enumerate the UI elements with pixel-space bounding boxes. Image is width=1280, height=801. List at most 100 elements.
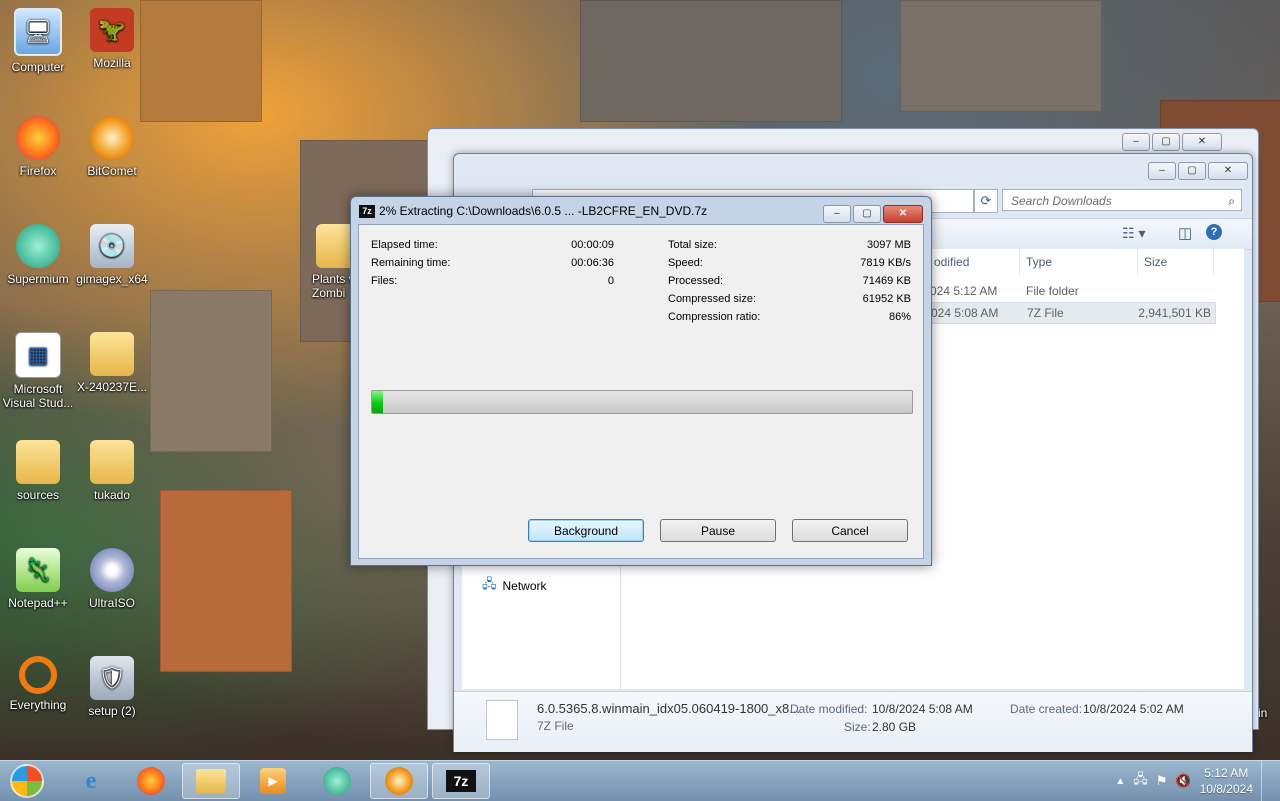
details-size-value: 2.80 GB bbox=[872, 720, 917, 734]
extraction-progress-bar bbox=[371, 390, 913, 414]
maximize-button[interactable]: ▢ bbox=[1178, 162, 1206, 180]
details-created-label: Date created: bbox=[1010, 702, 1083, 716]
bitcomet-icon bbox=[385, 767, 413, 795]
taskbar-ie[interactable]: e bbox=[62, 763, 120, 799]
total-size-value: 3097 MB bbox=[866, 239, 911, 251]
extraction-progress-dialog[interactable]: 7z 2% Extracting C:\Downloads\6.0.5 ... … bbox=[350, 196, 932, 566]
clock-date: 10/8/2024 bbox=[1199, 782, 1253, 796]
supermium-icon bbox=[16, 224, 60, 268]
visual-studio-icon: ▦ bbox=[15, 332, 61, 378]
gimagex-icon: 💿 bbox=[90, 224, 134, 268]
file-row-folder[interactable]: 024 5:12 AM File folder bbox=[928, 281, 1218, 301]
notepadpp-icon: 🦎 bbox=[16, 548, 60, 592]
disc-icon bbox=[90, 548, 134, 592]
bitcomet-icon bbox=[90, 116, 134, 160]
supermium-icon bbox=[323, 767, 351, 795]
system-clock[interactable]: 5:12 AM 10/8/2024 bbox=[1200, 765, 1253, 797]
taskbar-supermium[interactable] bbox=[308, 763, 366, 799]
taskbar-bitcomet[interactable] bbox=[370, 763, 428, 799]
speed-value: 7819 KB/s bbox=[860, 257, 911, 269]
nav-item-network[interactable]: 🖧 Network bbox=[482, 575, 547, 597]
taskbar-explorer[interactable] bbox=[182, 763, 240, 799]
files-label: Files: bbox=[371, 275, 398, 287]
total-size-label: Total size: bbox=[668, 239, 717, 251]
taskbar-firefox[interactable] bbox=[122, 763, 180, 799]
desktop-icon-setup[interactable]: 🛡 setup (2) bbox=[74, 656, 150, 718]
show-hidden-icons-icon[interactable]: ▲ bbox=[1115, 776, 1125, 787]
minimize-button[interactable]: – bbox=[1148, 162, 1176, 180]
elapsed-time-value: 00:00:09 bbox=[571, 239, 614, 251]
details-file-type: 7Z File bbox=[537, 719, 574, 733]
remaining-time-value: 00:06:36 bbox=[571, 257, 614, 269]
details-pane: 6.0.5365.8.winmain_idx05.060419-1800_x8.… bbox=[454, 691, 1252, 752]
start-button[interactable] bbox=[2, 763, 52, 799]
help-icon[interactable]: ? bbox=[1206, 224, 1222, 240]
desktop-icon-supermium[interactable]: Supermium bbox=[0, 224, 76, 286]
desktop-icon-ultraiso[interactable]: UltraISO bbox=[74, 548, 150, 610]
view-options-icon[interactable]: ☷ ▾ bbox=[1122, 225, 1145, 242]
search-input[interactable]: Search Downloads ⌕ bbox=[1002, 189, 1242, 211]
progress-fill bbox=[372, 391, 383, 413]
details-modified-value: 10/8/2024 5:08 AM bbox=[872, 702, 973, 716]
media-player-icon: ▶ bbox=[260, 768, 286, 794]
dialog-body: Elapsed time: 00:00:09 Remaining time: 0… bbox=[358, 224, 924, 559]
window-controls: – ▢ ✕ bbox=[823, 205, 923, 223]
files-value: 0 bbox=[607, 275, 614, 287]
column-header-modified[interactable]: odified bbox=[928, 249, 1020, 275]
close-button[interactable]: ✕ bbox=[883, 205, 923, 223]
minimize-button[interactable]: – bbox=[1122, 133, 1150, 151]
background-button[interactable]: Background bbox=[528, 519, 644, 542]
details-size-label: Size: bbox=[844, 720, 871, 734]
7zip-icon: 7z bbox=[446, 770, 476, 792]
desktop-icon-tukado[interactable]: tukado bbox=[74, 440, 150, 502]
processed-label: Processed: bbox=[668, 275, 724, 287]
internet-explorer-icon: e bbox=[85, 767, 97, 794]
taskbar-media-player[interactable]: ▶ bbox=[244, 763, 302, 799]
close-button[interactable]: ✕ bbox=[1208, 162, 1248, 180]
everything-icon bbox=[19, 656, 57, 694]
setup-icon: 🛡 bbox=[90, 656, 134, 700]
compression-ratio-value: 86% bbox=[888, 311, 911, 323]
desktop-icon-gimagex[interactable]: 💿 gimagex_x64 bbox=[74, 224, 150, 286]
column-header-type[interactable]: Type bbox=[1020, 249, 1138, 275]
folder-icon bbox=[196, 769, 226, 793]
dialog-title: 2% Extracting C:\Downloads\6.0.5 ... -LB… bbox=[379, 204, 708, 218]
window-controls: – ▢ ✕ bbox=[1122, 133, 1222, 151]
volume-muted-icon[interactable]: 🔇 bbox=[1175, 773, 1191, 789]
pause-button[interactable]: Pause bbox=[660, 519, 776, 542]
refresh-icon[interactable]: ⟳ bbox=[974, 189, 998, 213]
desktop-icon-sources[interactable]: sources bbox=[0, 440, 76, 502]
speed-label: Speed: bbox=[668, 257, 703, 269]
maximize-button[interactable]: ▢ bbox=[1152, 133, 1180, 151]
folder-icon bbox=[90, 440, 134, 484]
file-icon bbox=[486, 700, 518, 740]
close-button[interactable]: ✕ bbox=[1182, 133, 1222, 151]
desktop-icon-firefox[interactable]: Firefox bbox=[0, 116, 76, 178]
firefox-icon bbox=[16, 116, 60, 160]
desktop-icon-notepadpp[interactable]: 🦎 Notepad++ bbox=[0, 548, 76, 610]
preview-pane-icon[interactable]: ◫ bbox=[1178, 224, 1192, 242]
dialog-title-bar: 7z 2% Extracting C:\Downloads\6.0.5 ... … bbox=[359, 204, 707, 218]
desktop-icon-mozilla[interactable]: 🦖 Mozilla bbox=[74, 8, 150, 70]
action-center-flag-icon[interactable]: ⚑ bbox=[1156, 773, 1168, 789]
folder-icon bbox=[16, 440, 60, 484]
desktop-icon-bitcomet[interactable]: BitComet bbox=[74, 116, 150, 178]
details-created-value: 10/8/2024 5:02 AM bbox=[1083, 702, 1184, 716]
network-status-icon[interactable]: 🖧 bbox=[1133, 770, 1148, 792]
desktop-icon-x-folder[interactable]: X-240237E... bbox=[74, 332, 150, 394]
system-tray: ▲ 🖧 ⚑ 🔇 5:12 AM 10/8/2024 bbox=[1115, 761, 1280, 801]
compressed-size-label: Compressed size: bbox=[668, 293, 757, 305]
maximize-button[interactable]: ▢ bbox=[853, 205, 881, 223]
desktop-icon-computer[interactable]: 🖥 Computer bbox=[0, 8, 76, 74]
desktop-icon-visual-studio[interactable]: ▦ Microsoft Visual Stud... bbox=[0, 332, 76, 410]
column-header-size[interactable]: Size bbox=[1138, 249, 1214, 275]
cancel-button[interactable]: Cancel bbox=[792, 519, 908, 542]
computer-icon: 🖥 bbox=[14, 8, 62, 56]
folder-icon bbox=[90, 332, 134, 376]
show-desktop-button[interactable] bbox=[1261, 761, 1272, 801]
taskbar-7zip[interactable]: 7z bbox=[432, 763, 490, 799]
mozilla-icon: 🦖 bbox=[90, 8, 134, 52]
desktop-icon-everything[interactable]: Everything bbox=[0, 656, 76, 712]
minimize-button[interactable]: – bbox=[823, 205, 851, 223]
file-row-7z[interactable]: 024 5:08 AM 7Z File 2,941,501 KB bbox=[928, 302, 1216, 324]
